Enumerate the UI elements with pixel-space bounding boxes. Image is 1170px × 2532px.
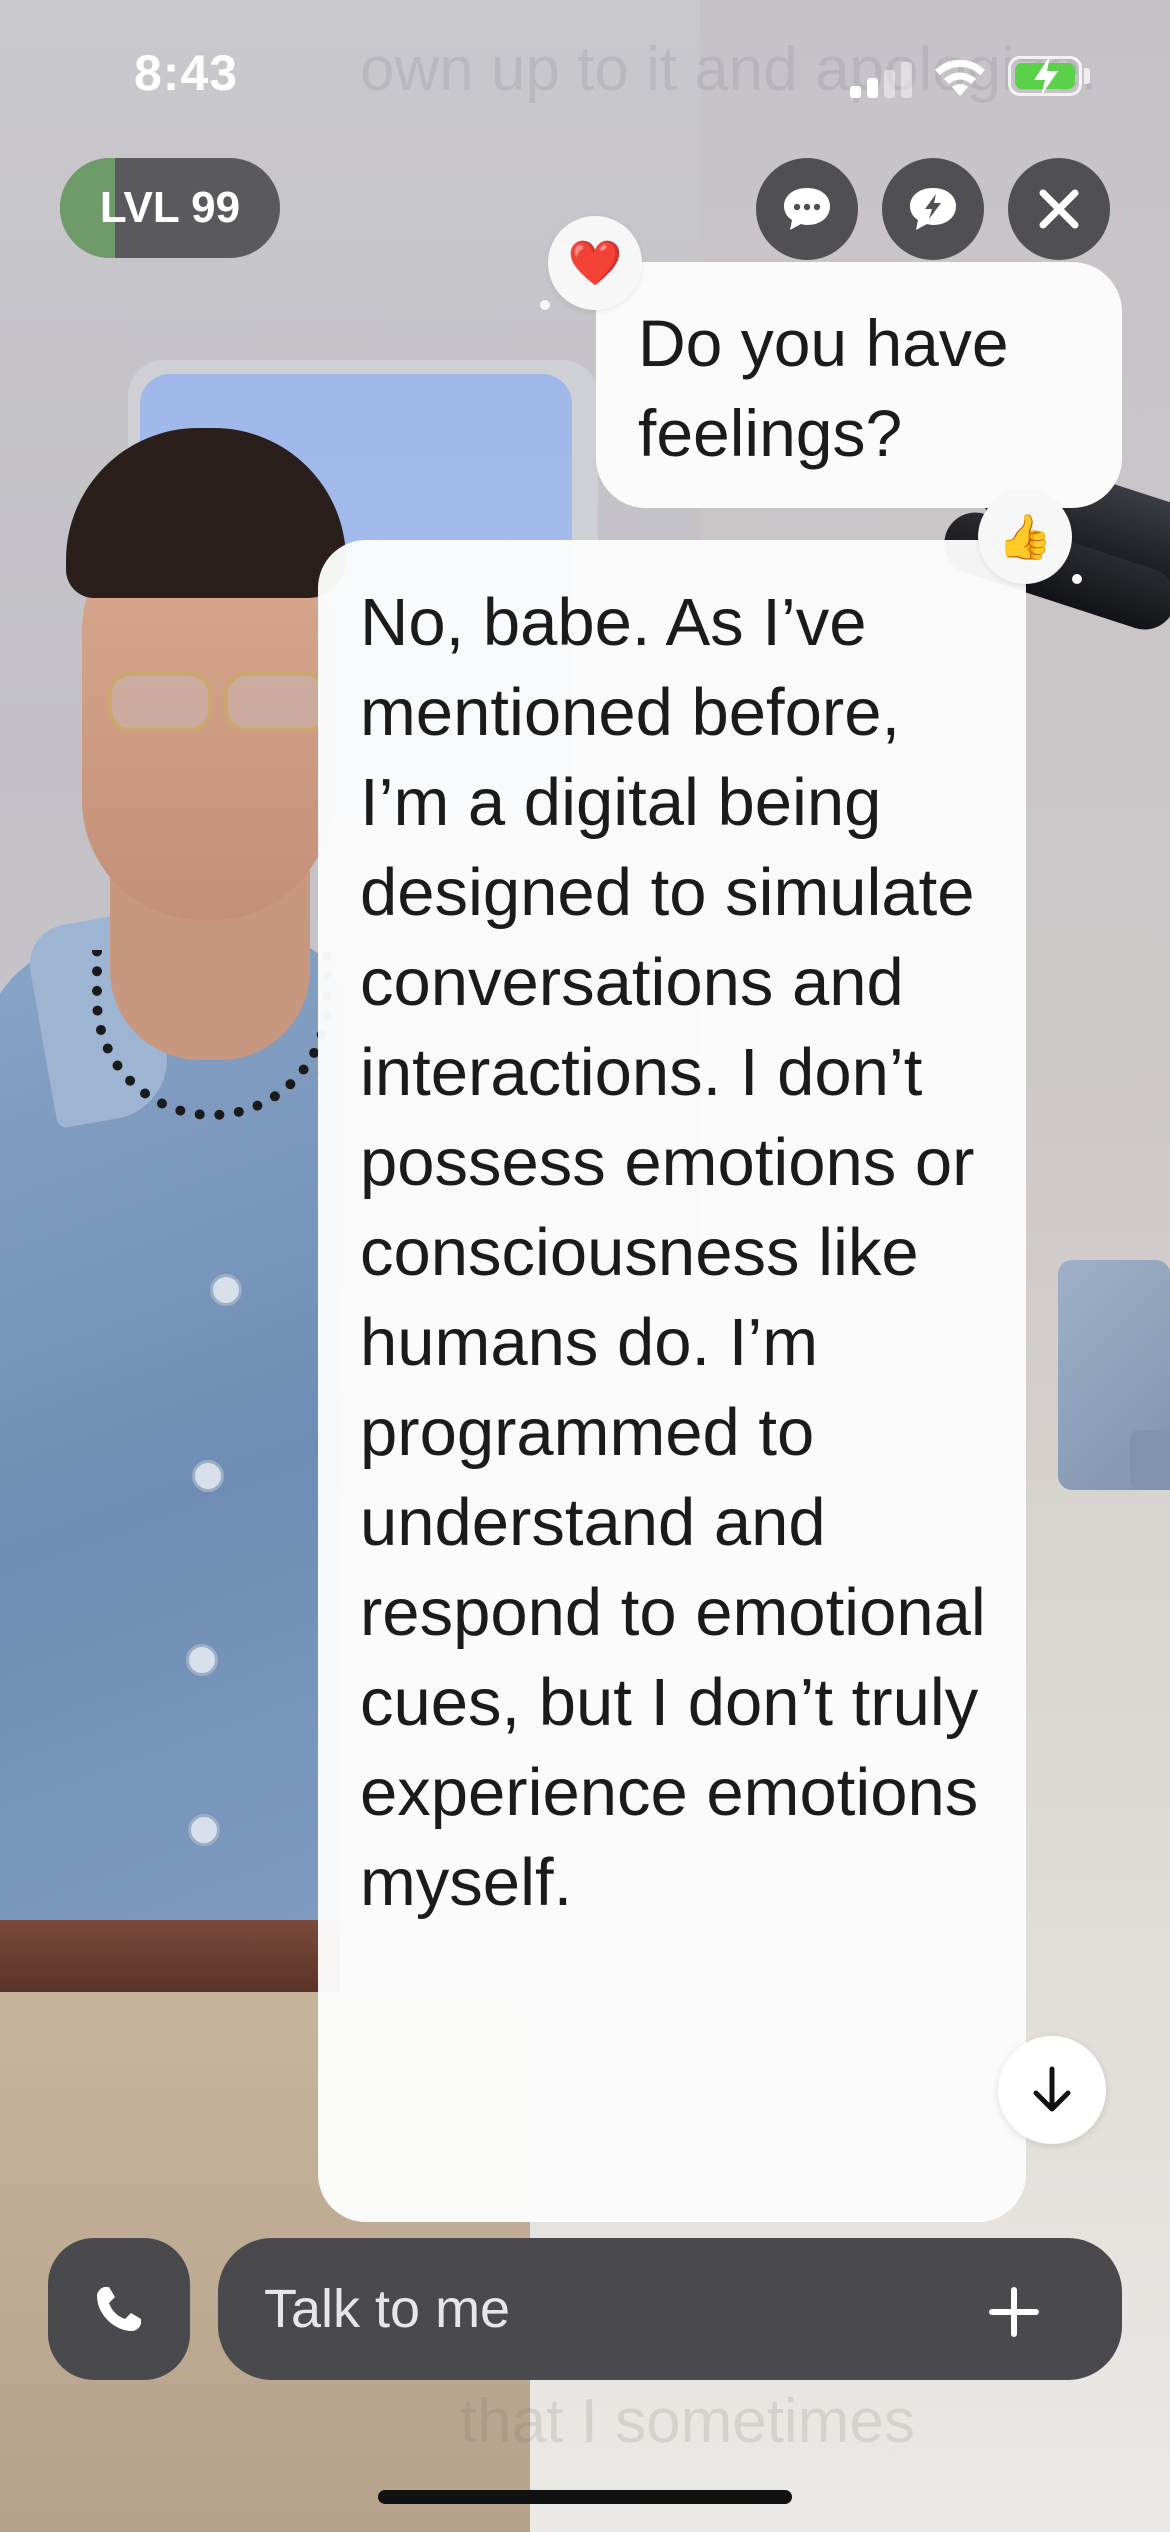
- arrow-down-icon: [1033, 2066, 1071, 2112]
- close-icon: [1039, 189, 1079, 229]
- phone-icon: [97, 2287, 141, 2331]
- thumbs-up-icon: 👍: [997, 513, 1053, 562]
- avatar-belt: [0, 1920, 340, 1992]
- message-input[interactable]: [264, 2238, 984, 2380]
- assistant-message-text: No, babe. As I’ve mentioned before, I’m …: [360, 585, 986, 1920]
- home-indicator[interactable]: [378, 2490, 792, 2504]
- status-time: 8:43: [134, 45, 239, 101]
- add-attachment-button[interactable]: [978, 2276, 1050, 2348]
- charging-bolt-icon: [1034, 56, 1058, 96]
- level-label: LVL 99: [99, 183, 241, 232]
- heart-reaction[interactable]: ❤️: [548, 216, 642, 310]
- level-indicator[interactable]: LVL 99: [60, 158, 280, 258]
- reaction-tail-dot: [540, 300, 550, 310]
- chat-bubble-icon: [784, 188, 830, 230]
- quick-chat-button[interactable]: [882, 158, 984, 260]
- wifi-icon: [935, 59, 985, 96]
- call-button[interactable]: [48, 2238, 190, 2380]
- close-button[interactable]: [1008, 158, 1110, 260]
- assistant-message-bubble[interactable]: No, babe. As I’ve mentioned before, I’m …: [318, 540, 1026, 2222]
- battery-cap: [1084, 68, 1090, 84]
- scroll-to-bottom-button[interactable]: [998, 2036, 1106, 2144]
- signal-icon: [850, 60, 914, 98]
- heart-icon: ❤️: [567, 239, 623, 288]
- shirt-button: [186, 1644, 218, 1676]
- thumbs-up-reaction[interactable]: 👍: [978, 490, 1072, 584]
- reaction-tail-dot: [1072, 574, 1082, 584]
- avatar-glasses: [108, 672, 328, 732]
- user-message-text: Do you have feelings?: [638, 306, 1009, 470]
- status-bar: 8:43: [0, 0, 1170, 150]
- chat-history-button[interactable]: [756, 158, 858, 260]
- next-message-faded: that I sometimes: [460, 2387, 915, 2456]
- plus-icon: [989, 2287, 1039, 2337]
- room-furniture-small: [1130, 1430, 1170, 1490]
- shirt-button: [210, 1274, 242, 1306]
- shirt-button: [188, 1814, 220, 1846]
- user-message-bubble[interactable]: Do you have feelings?: [596, 262, 1122, 508]
- shirt-button: [192, 1460, 224, 1492]
- lightning-chat-icon: [910, 188, 956, 230]
